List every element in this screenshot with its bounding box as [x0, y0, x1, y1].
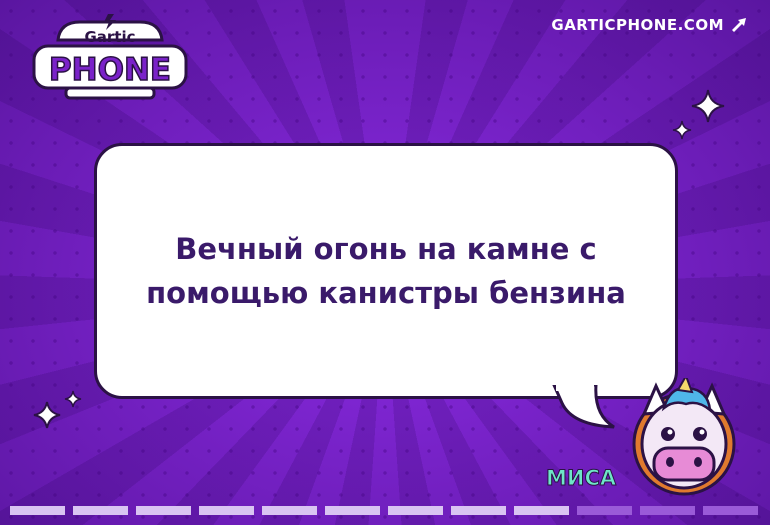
progress-segment — [199, 506, 254, 515]
progress-segment — [73, 506, 128, 515]
pencil-arrow-icon — [732, 18, 746, 32]
site-link[interactable]: GARTICPHONE.COM — [551, 16, 748, 34]
progress-segment — [136, 506, 191, 515]
sparkle-icon — [33, 401, 61, 429]
prompt-text: Вечный огонь на камне с помощью канистры… — [116, 227, 656, 315]
unicorn-avatar — [632, 378, 736, 496]
sparkle-icon — [691, 89, 725, 123]
progress-segment — [451, 506, 506, 515]
round-progress — [10, 506, 758, 515]
progress-segment — [262, 506, 317, 515]
prompt-bubble: Вечный огонь на камне с помощью канистры… — [94, 143, 678, 399]
svg-text:Gartic: Gartic — [84, 28, 135, 46]
progress-segment — [577, 506, 632, 515]
prompt-line-2: помощью канистры бензина — [146, 276, 626, 310]
gartic-phone-logo: Gartic PHONE — [32, 14, 188, 100]
sparkle-icon — [672, 120, 692, 140]
progress-segment — [640, 506, 695, 515]
site-label: GARTICPHONE.COM — [551, 16, 724, 34]
progress-segment — [388, 506, 443, 515]
progress-segment — [325, 506, 380, 515]
svg-text:PHONE: PHONE — [49, 52, 171, 88]
sparkle-icon — [64, 390, 82, 408]
bubble-tail — [552, 385, 615, 429]
progress-segment — [10, 506, 65, 515]
prompt-line-1: Вечный огонь на камне с — [175, 232, 597, 266]
player-name: МИСА — [545, 466, 617, 491]
progress-segment — [703, 506, 758, 515]
progress-segment — [514, 506, 569, 515]
